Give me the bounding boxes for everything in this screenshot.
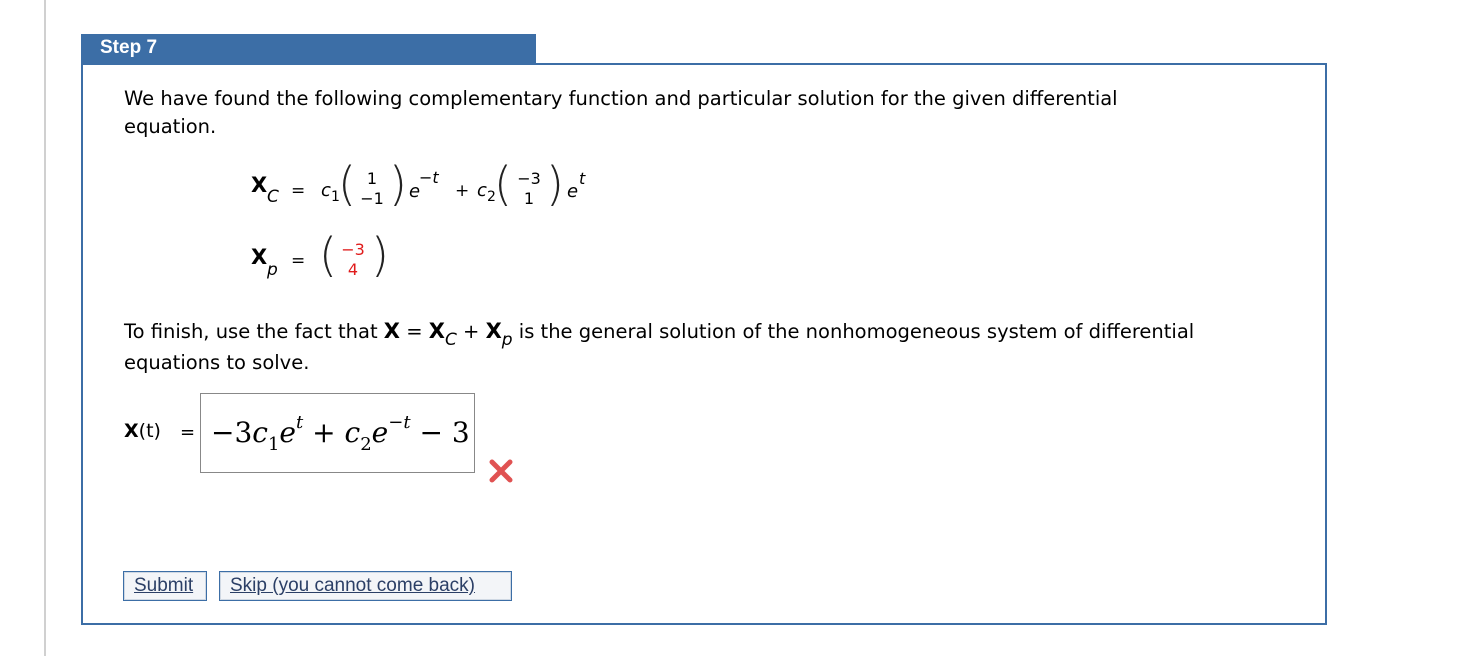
answer-minus: −: [419, 416, 443, 449]
c2-symbol: c: [477, 180, 487, 201]
xp-vector-top: −3: [341, 240, 365, 259]
xc-symbol: X: [251, 173, 268, 197]
vec1: 1 −1: [356, 169, 388, 209]
answer-c1: c: [252, 416, 268, 449]
xp-subscript: p: [267, 260, 278, 280]
submit-button[interactable]: Submit: [123, 571, 207, 601]
vec1-bottom: −1: [360, 189, 384, 208]
answer-expression: −3c1et + c2e−t − 3: [211, 412, 470, 455]
finish-xc: X: [428, 319, 445, 343]
finish-xp: X: [485, 319, 502, 343]
xp-left-paren: (: [319, 228, 337, 282]
answer-e1: e: [279, 416, 296, 449]
vec2-bottom: 1: [523, 189, 535, 208]
xp-right-paren: ): [371, 228, 389, 282]
vec2-left-paren: (: [494, 157, 512, 211]
vec1-left-paren: (: [338, 157, 356, 211]
xc-equals: =: [291, 181, 306, 201]
intro-line-1: We have found the following complementar…: [124, 87, 1118, 110]
xp-vector: −3 4: [337, 240, 369, 280]
step-header: Step 7: [81, 34, 536, 64]
step-title: Step 7: [100, 37, 158, 58]
finish-plus: +: [456, 320, 486, 343]
answer-e2-sup: −t: [388, 412, 411, 433]
finish-text-a: To finish, use the fact that: [124, 320, 384, 343]
finish-x: X: [383, 319, 400, 343]
finish-line-1: To finish, use the fact that X = XC + Xp…: [124, 319, 1195, 350]
answer-plus: +: [312, 416, 336, 449]
xp-symbol: X: [251, 245, 268, 269]
vec2-top: −3: [517, 169, 541, 188]
left-divider: [44, 0, 46, 656]
answer-c2-sub: 2: [360, 434, 372, 455]
finish-line-2: equations to solve.: [124, 351, 310, 374]
answer-label-x: X: [124, 420, 139, 442]
vec1-top: 1: [366, 169, 378, 188]
answer-equals: =: [180, 422, 196, 443]
intro-line-2: equation.: [124, 115, 217, 138]
finish-xc-sub: C: [444, 330, 457, 350]
vec1-right-paren: ): [389, 157, 407, 211]
answer-e2: e: [371, 416, 389, 449]
finish-eq: =: [400, 320, 429, 343]
intro-text: We have found the following complementar…: [124, 85, 1118, 141]
vec2: −3 1: [513, 169, 545, 209]
finish-text-b: is the general solution of the nonhomoge…: [512, 320, 1195, 343]
answer-constant: 3: [451, 416, 470, 449]
step-panel: We have found the following complementar…: [81, 63, 1327, 625]
xc-plus: +: [455, 181, 470, 201]
answer-label: X(t): [124, 420, 161, 442]
xp-equals: =: [291, 251, 306, 271]
answer-c1-sub: 1: [267, 434, 280, 455]
xp-vector-bottom: 4: [347, 260, 359, 279]
exp2-base: e: [567, 181, 579, 202]
c1-symbol: c: [321, 180, 331, 201]
exp2-power: t: [579, 169, 586, 188]
exp1-power: −t: [419, 168, 439, 187]
answer-label-t: (t): [138, 420, 161, 442]
answer-c2: c: [344, 416, 361, 449]
finish-xp-sub: p: [501, 330, 513, 350]
xc-subscript: C: [267, 187, 279, 207]
vec2-right-paren: ): [546, 157, 564, 211]
skip-button[interactable]: Skip (you cannot come back): [219, 571, 512, 601]
answer-input[interactable]: −3c1et + c2e−t − 3: [200, 393, 475, 473]
answer-coef: −3: [211, 416, 253, 449]
x-mark-icon: [489, 459, 513, 483]
answer-e1-sup: t: [296, 412, 304, 433]
